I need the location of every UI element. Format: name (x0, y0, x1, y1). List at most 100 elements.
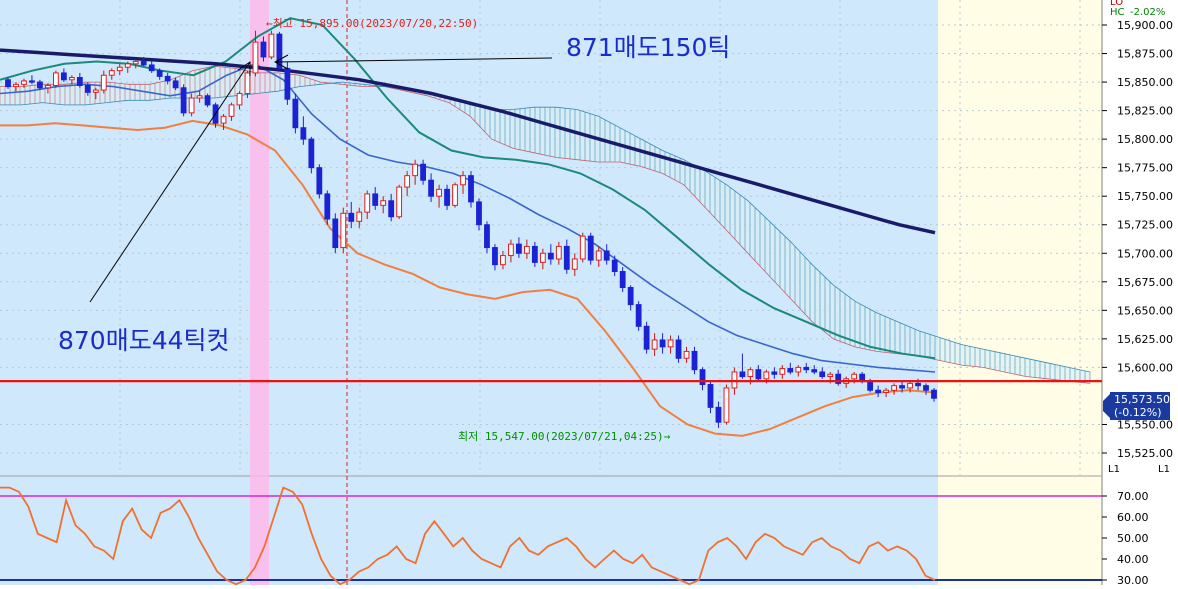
candle-body (172, 80, 179, 89)
price-chart[interactable]: 15,900.00 15,875.00 15,850.00 15,825.00 15,8… (0, 0, 1178, 587)
candle-body (531, 245, 538, 263)
chart-window: 15,900.00 15,875.00 15,850.00 15,825.00 15,8… (0, 0, 1178, 587)
y-tick-label: 15,775.00 (1117, 162, 1173, 175)
y-tick-label: 15,800.00 (1117, 133, 1173, 146)
candle-body (523, 245, 530, 254)
candle-body (420, 163, 426, 181)
candle-body (428, 179, 434, 197)
axis-small-label-1: L1 (1108, 464, 1120, 475)
candle-body (45, 84, 51, 89)
candle-body (100, 74, 107, 91)
candle-body (707, 384, 714, 408)
candle-body (867, 380, 874, 391)
candle-body (308, 138, 315, 169)
y-tick-label: 15,650.00 (1117, 304, 1173, 317)
candle-body (547, 252, 554, 260)
candle-body (827, 373, 834, 378)
candle-body (5, 79, 11, 88)
current-price-value: 15,573.50 (1114, 393, 1170, 406)
candle-body (883, 389, 889, 394)
candle-body (476, 201, 482, 226)
candle-body (404, 175, 411, 188)
candle-body (819, 371, 826, 378)
candle-body (723, 387, 730, 423)
candle-body (508, 243, 514, 257)
candle-body (388, 200, 395, 218)
candle-body (204, 95, 211, 106)
y-tick-label: 15,550.00 (1117, 418, 1173, 431)
candle-body (37, 81, 43, 89)
candle-body (460, 175, 466, 186)
candle-body (683, 350, 690, 359)
candle-body (292, 98, 299, 129)
candle-body (60, 72, 67, 81)
current-price-change: (-0.12%) (1114, 406, 1162, 419)
candle-body (571, 258, 578, 270)
candle-body (13, 83, 19, 88)
candle-body (92, 89, 99, 93)
candle-body (284, 67, 291, 100)
candle-body (747, 369, 754, 378)
annotation-sell-150: 871매도150틱 (566, 33, 730, 62)
future-area-background (938, 0, 1102, 585)
candle-body (851, 373, 858, 380)
axis-small-label-2: L1 (1158, 464, 1170, 475)
candle-body (84, 84, 91, 93)
candle-body (931, 389, 937, 399)
candle-body (659, 339, 666, 348)
candle-body (651, 339, 658, 350)
candle-body (252, 41, 259, 74)
candle-body (484, 224, 490, 249)
y-tick-label: 15,825.00 (1117, 105, 1173, 118)
candle-body (675, 339, 682, 359)
candle-body (236, 92, 243, 106)
candle-body (68, 77, 75, 81)
candle-body (763, 371, 770, 380)
candle-body (555, 245, 562, 260)
candle-body (76, 77, 83, 86)
high-marker-label: ←최고 15,895.00(2023/07/20,22:50) (266, 17, 478, 30)
candle-body (627, 287, 634, 306)
candle-body (156, 70, 163, 77)
candle-body (196, 95, 203, 99)
candle-body (260, 41, 267, 58)
candle-body (228, 104, 235, 117)
candle-body (21, 80, 27, 85)
candle-body (316, 167, 323, 195)
candle-body (300, 127, 307, 140)
candle-body (188, 97, 195, 114)
candle-body (516, 243, 522, 254)
candle-body (739, 371, 746, 378)
candle-body (452, 184, 458, 206)
candle-body (244, 72, 251, 94)
candle-body (619, 271, 626, 289)
candle-body (356, 211, 363, 222)
candle-body (492, 247, 498, 266)
candle-body (699, 369, 706, 386)
candle-body (140, 61, 147, 66)
candle-body (124, 63, 131, 68)
candle-body (899, 385, 905, 389)
candle-body (779, 368, 786, 375)
candle-body (715, 406, 722, 423)
y-tick-label: 15,525.00 (1117, 447, 1173, 460)
osc-tick-label: 70.00 (1117, 490, 1149, 503)
candle-body (380, 200, 387, 206)
candle-body (468, 175, 474, 203)
osc-tick-label: 50.00 (1117, 532, 1149, 545)
candle-body (579, 235, 586, 260)
annotation-sell-44: 870매도44틱컷 (58, 326, 230, 355)
y-tick-label: 15,675.00 (1117, 276, 1173, 289)
candle-body (372, 193, 379, 206)
candle-body (563, 245, 570, 270)
candle-body (587, 235, 594, 261)
candle-body (907, 382, 913, 389)
candle-body (29, 80, 35, 83)
candle-body (412, 163, 419, 177)
candle-body (53, 72, 59, 86)
osc-tick-label: 60.00 (1117, 511, 1149, 524)
candle-body (923, 385, 929, 391)
y-tick-label: 15,750.00 (1117, 190, 1173, 203)
candle-body (635, 304, 642, 327)
candle-body (332, 218, 339, 249)
